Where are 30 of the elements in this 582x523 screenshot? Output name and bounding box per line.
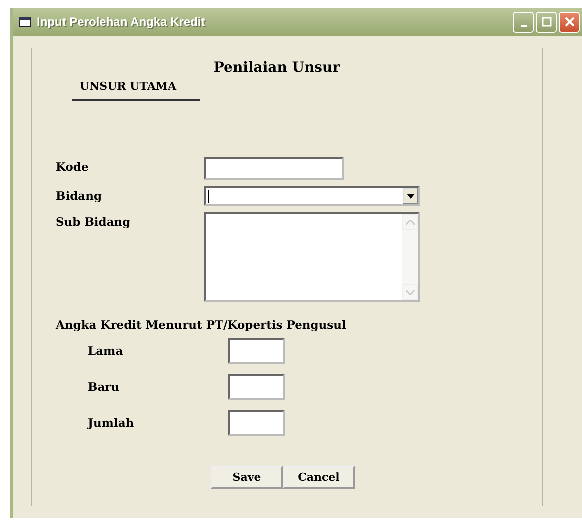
- field-label: Jumlah: [86, 416, 136, 430]
- scroll-down-icon: [406, 290, 414, 294]
- section-tab[interactable]: UNSUR UTAMA: [72, 80, 200, 101]
- input-field[interactable]: [228, 338, 285, 364]
- group-title: Angka Kredit Menurut PT/Kopertis Pengusul: [56, 318, 348, 332]
- scroll-up-icon: [406, 220, 414, 224]
- window-icon: [19, 17, 31, 27]
- field-label: Baru: [87, 380, 121, 394]
- form-heading: Penilaian Unsur: [212, 59, 342, 76]
- maximize-button[interactable]: [536, 12, 557, 32]
- caret-icon: [406, 194, 414, 198]
- window-title: Input Perolehan Angka Kredit: [37, 15, 206, 29]
- field-label: Lama: [87, 344, 124, 358]
- field-label: Sub Bidang: [55, 214, 132, 229]
- field-label: Kode: [55, 159, 90, 174]
- text-area[interactable]: [204, 212, 420, 302]
- dialog-button[interactable]: Save: [211, 466, 283, 489]
- close-button[interactable]: [559, 12, 580, 32]
- dialog-button[interactable]: Cancel: [283, 466, 355, 489]
- maximize-icon: [542, 17, 552, 27]
- field-label: Bidang: [55, 188, 103, 203]
- scrollbar[interactable]: [402, 214, 418, 300]
- input-field[interactable]: [228, 410, 285, 436]
- minimize-button[interactable]: [513, 12, 534, 32]
- input-field[interactable]: [204, 157, 344, 180]
- dropdown-field[interactable]: [204, 186, 420, 206]
- input-field[interactable]: [228, 374, 285, 400]
- dropdown-button[interactable]: [403, 188, 418, 204]
- minimize-icon: [520, 24, 526, 26]
- close-icon: [564, 17, 574, 27]
